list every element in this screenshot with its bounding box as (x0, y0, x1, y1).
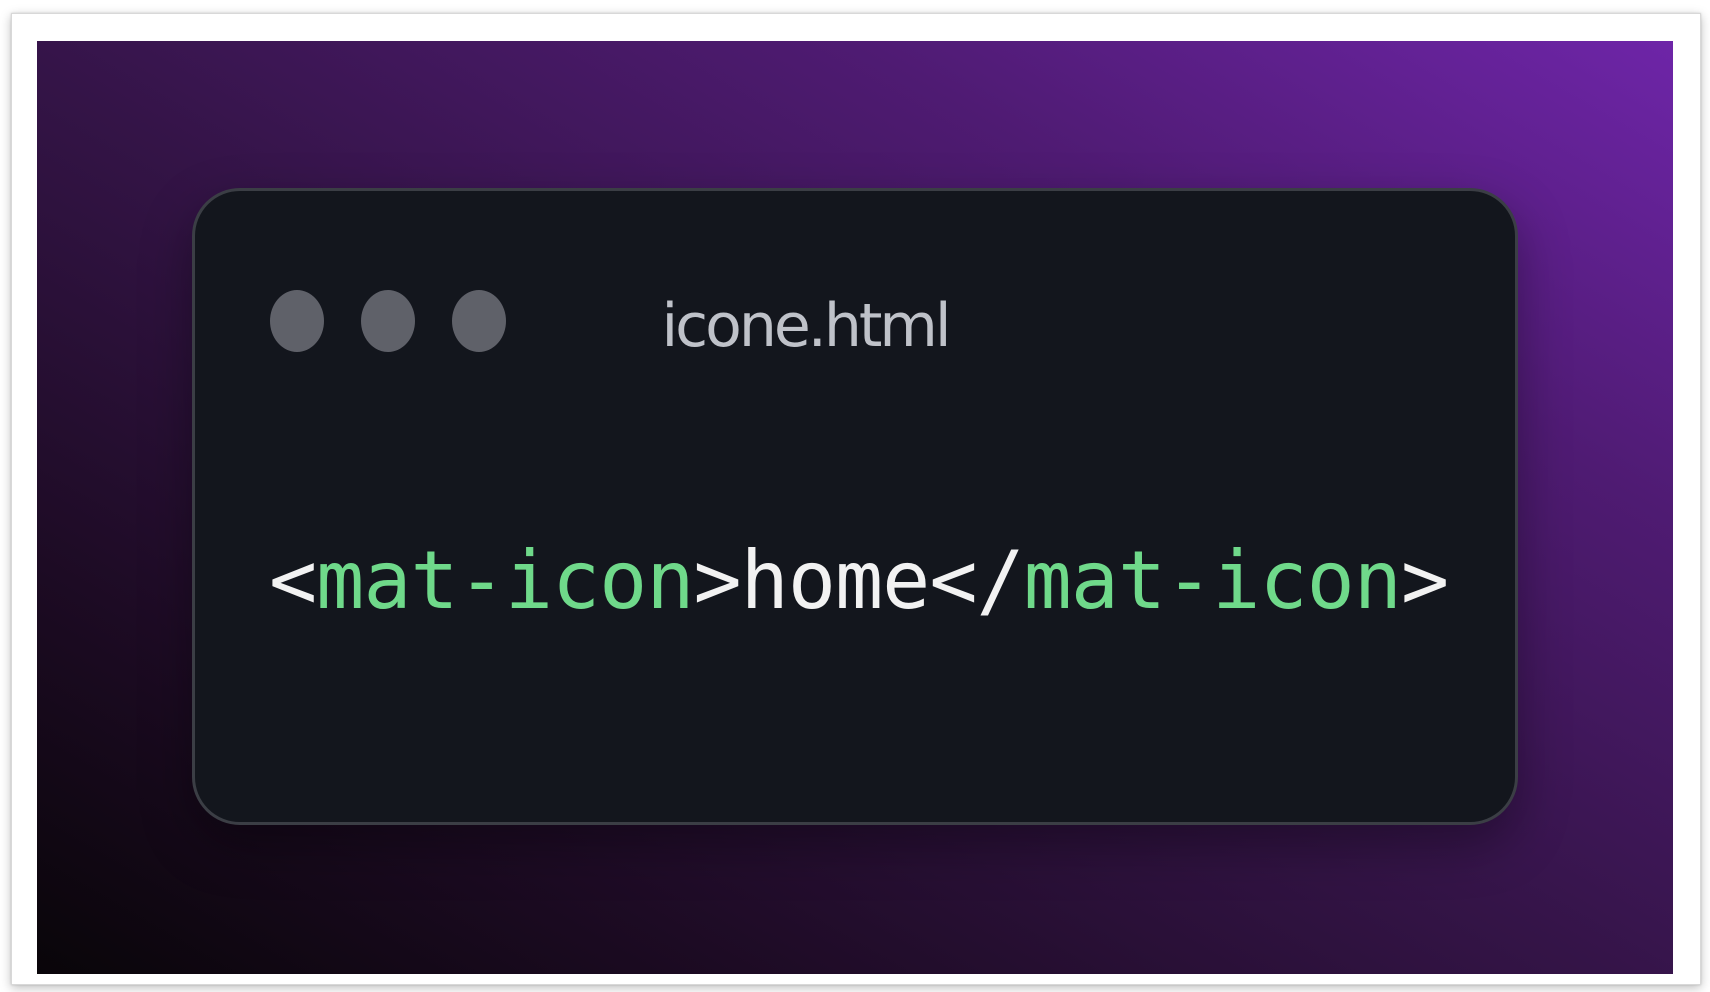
code-open-bracket: < (269, 534, 317, 627)
gradient-background: icone.html <mat-icon>home</mat-icon> (37, 41, 1673, 974)
code-window: icone.html <mat-icon>home</mat-icon> (192, 188, 1518, 825)
code-close-tag: mat-icon (1023, 534, 1402, 627)
window-title: icone.html (661, 291, 951, 361)
code-close-close: > (1400, 534, 1449, 627)
window-dot-icon (361, 290, 415, 352)
code-close-bracket: </ (929, 534, 1024, 627)
code-open-tag: mat-icon (316, 534, 694, 627)
code-content: home (740, 534, 931, 627)
code-open-close: > (693, 534, 741, 627)
window-dot-icon (270, 290, 324, 352)
window-dot-icon (452, 290, 506, 352)
code-line: <mat-icon>home</mat-icon> (269, 536, 1449, 626)
